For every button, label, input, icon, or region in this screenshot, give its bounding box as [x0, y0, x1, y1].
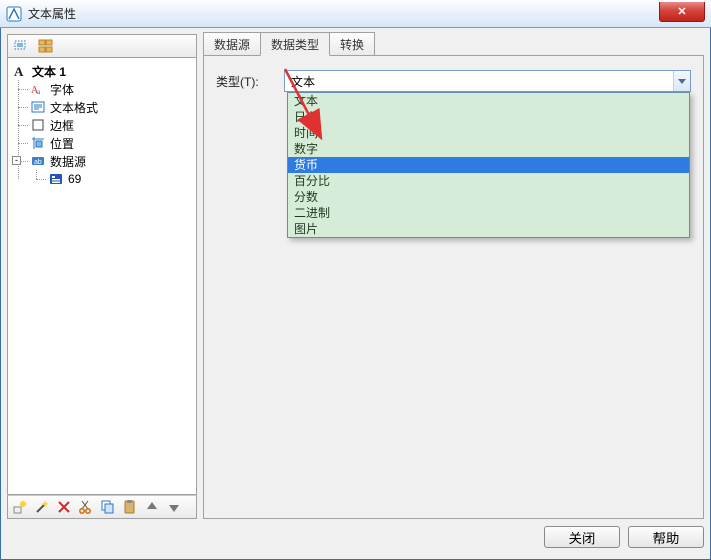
- tab-strip: 数据源 数据类型 转换: [203, 34, 704, 56]
- tab-transform[interactable]: 转换: [329, 32, 375, 56]
- title-bar: 文本属性 ✕: [0, 0, 711, 28]
- tab-label: 数据源: [214, 38, 250, 52]
- dropdown-option[interactable]: 分数: [288, 189, 689, 205]
- dropdown-option[interactable]: 时间: [288, 125, 689, 141]
- svg-text:a: a: [37, 88, 41, 96]
- button-label: 关闭: [569, 528, 596, 547]
- tab-pane: 类型(T): 文本 文本 日期 时间 数字 货币 百分比: [203, 55, 704, 519]
- tree-root[interactable]: A 文本 1: [10, 62, 194, 80]
- right-panel: 数据源 数据类型 转换 类型(T): 文本 文本 日期: [203, 34, 704, 519]
- toolbar-btn-copy[interactable]: [98, 497, 118, 517]
- tab-datasource[interactable]: 数据源: [203, 32, 261, 56]
- tab-label: 数据类型: [271, 38, 319, 52]
- close-button[interactable]: 关闭: [544, 526, 620, 548]
- left-panel: A 文本 1 Aa 字体: [7, 34, 197, 519]
- tree-item-datasource[interactable]: ab 数据源: [28, 152, 194, 170]
- chevron-down-icon: [673, 71, 690, 91]
- font-icon: Aa: [30, 81, 46, 97]
- tree-root-label: 文本 1: [32, 63, 66, 80]
- help-button[interactable]: 帮助: [628, 526, 704, 548]
- data-field-icon: [48, 171, 64, 187]
- tree-item-label: 边框: [50, 117, 74, 134]
- type-label: 类型(T):: [216, 73, 276, 90]
- toolbar-btn-select-all[interactable]: [12, 36, 32, 56]
- toolbar-btn-down[interactable]: [164, 497, 184, 517]
- dialog-footer: 关闭 帮助: [7, 523, 704, 551]
- tree-item-label: 数据源: [50, 153, 86, 170]
- tree-item-label: 69: [68, 172, 81, 186]
- button-label: 帮助: [653, 528, 680, 547]
- textformat-icon: [30, 99, 46, 115]
- datasource-icon: ab: [30, 153, 46, 169]
- border-icon: [30, 117, 46, 133]
- svg-text:A: A: [14, 64, 24, 78]
- dropdown-option-highlighted[interactable]: 货币: [288, 157, 689, 173]
- left-bottom-toolbar: [7, 495, 197, 519]
- tree-item-font[interactable]: Aa 字体: [28, 80, 194, 98]
- window-close-button[interactable]: ✕: [659, 2, 705, 22]
- svg-text:ab: ab: [34, 159, 42, 166]
- tree-item-border[interactable]: 边框: [28, 116, 194, 134]
- window-title: 文本属性: [28, 5, 76, 22]
- dropdown-option[interactable]: 百分比: [288, 173, 689, 189]
- toolbar-btn-delete[interactable]: [54, 497, 74, 517]
- toolbar-btn-new[interactable]: [10, 497, 30, 517]
- dropdown-option[interactable]: 图片: [288, 221, 689, 237]
- toolbar-btn-up[interactable]: [142, 497, 162, 517]
- position-icon: [30, 135, 46, 151]
- tree-item-label: 文本格式: [50, 99, 98, 116]
- app-icon: [6, 6, 22, 22]
- tree-item-textformat[interactable]: 文本格式: [28, 98, 194, 116]
- left-top-toolbar: [7, 34, 197, 58]
- tab-label: 转换: [340, 38, 364, 52]
- toolbar-btn-layout[interactable]: [36, 36, 56, 56]
- toolbar-btn-wizard[interactable]: [32, 497, 52, 517]
- dropdown-option[interactable]: 文本: [288, 93, 689, 109]
- close-icon: ✕: [677, 5, 686, 18]
- type-combobox[interactable]: 文本: [284, 70, 691, 92]
- type-dropdown[interactable]: 文本 日期 时间 数字 货币 百分比 分数 二进制 图片: [287, 92, 690, 238]
- type-combobox-value: 文本: [285, 73, 673, 90]
- tree-item-label: 字体: [50, 81, 74, 98]
- toolbar-btn-cut[interactable]: [76, 497, 96, 517]
- tab-datatype[interactable]: 数据类型: [260, 32, 330, 56]
- dropdown-option[interactable]: 二进制: [288, 205, 689, 221]
- dropdown-option[interactable]: 日期: [288, 109, 689, 125]
- dropdown-option[interactable]: 数字: [288, 141, 689, 157]
- tree-view[interactable]: A 文本 1 Aa 字体: [7, 58, 197, 495]
- tree-item-label: 位置: [50, 135, 74, 152]
- tree-item-datasource-child[interactable]: 69: [46, 170, 194, 188]
- text-icon: A: [12, 63, 28, 79]
- tree-expander[interactable]: -: [12, 156, 21, 165]
- tree-item-position[interactable]: 位置: [28, 134, 194, 152]
- toolbar-btn-paste[interactable]: [120, 497, 140, 517]
- client-area: A 文本 1 Aa 字体: [0, 28, 711, 560]
